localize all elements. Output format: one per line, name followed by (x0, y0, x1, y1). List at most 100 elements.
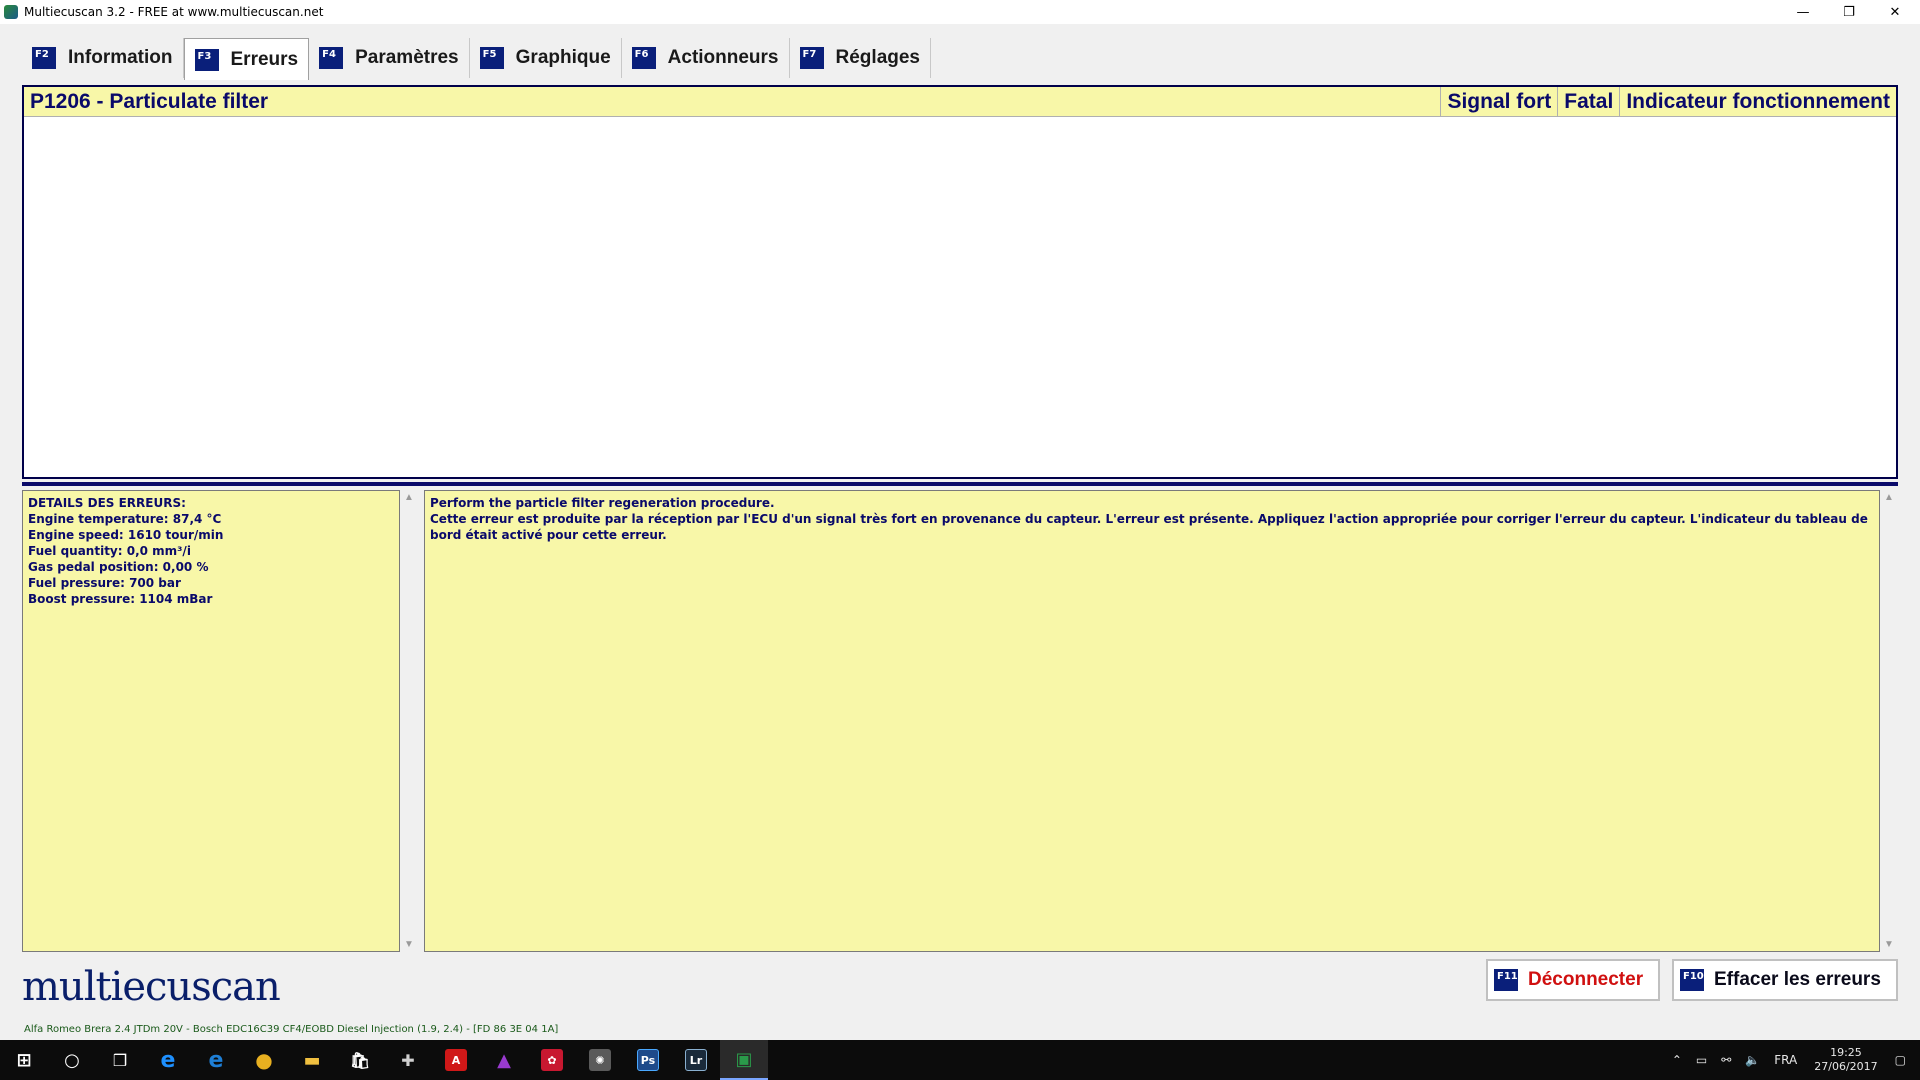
language-indicator[interactable]: FRA (1774, 1053, 1797, 1067)
f6-key-badge: F6 (631, 47, 656, 69)
tab-label: Information (68, 47, 173, 68)
clear-errors-label: Effacer les erreurs (1714, 969, 1881, 990)
system-tray: ⌃ ▭ ⚯ 🔈 FRA 19:25 27/06/2017 ▢ (1665, 1040, 1920, 1080)
tab-label: Paramètres (355, 47, 459, 68)
minimize-button[interactable]: — (1780, 0, 1826, 24)
error-table[interactable]: P1206 - Particulate filter Signal fort F… (22, 85, 1898, 479)
f10-key-badge: F10 (1680, 969, 1704, 991)
taskbar-tools[interactable]: ✚ (384, 1040, 432, 1080)
windows-icon: ⊞ (16, 1049, 32, 1071)
indicateur-header[interactable]: Indicateur fonctionnement (1619, 86, 1896, 117)
f3-key-badge: F3 (194, 48, 219, 71)
multiecuscan-icon: ▣ (735, 1048, 753, 1070)
details-title: DETAILS DES ERREURS: (28, 496, 186, 510)
taskbar-gray-app[interactable]: ✺ (576, 1040, 624, 1080)
clock-date: 27/06/2017 (1814, 1060, 1878, 1073)
clock-time: 19:25 (1830, 1046, 1862, 1059)
tab-erreurs[interactable]: F3 Erreurs (183, 38, 310, 80)
f7-key-badge: F7 (799, 47, 824, 69)
store-icon: 🛍 (349, 1050, 371, 1070)
tab-actionneurs[interactable]: F6 Actionneurs (622, 38, 790, 78)
details-line: Engine temperature: 87,4 °C (28, 512, 222, 526)
details-line: Gas pedal position: 0,00 % (28, 560, 209, 574)
search-icon: ○ (64, 1049, 80, 1071)
network-icon[interactable]: ⚯ (1721, 1053, 1731, 1067)
window-title: Multiecuscan 3.2 - FREE at www.multiecus… (24, 5, 324, 19)
notifications-icon[interactable]: ▢ (1895, 1053, 1906, 1067)
taskbar-file-explorer[interactable]: ▬ (288, 1040, 336, 1080)
f5-key-badge: F5 (479, 47, 504, 69)
tab-graphique[interactable]: F5 Graphique (470, 38, 622, 78)
tab-label: Actionneurs (667, 47, 779, 68)
lightroom-icon: Lr (685, 1049, 707, 1071)
taskbar-edge[interactable]: e (192, 1040, 240, 1080)
details-line: Fuel pressure: 700 bar (28, 576, 181, 590)
error-details-panel[interactable]: DETAILS DES ERREURS: Engine temperature:… (22, 490, 400, 952)
details-scrollbar[interactable]: ▲ ▼ (400, 490, 418, 952)
vehicle-status: Alfa Romeo Brera 2.4 JTDm 20V - Bosch ED… (24, 1024, 559, 1035)
search-button[interactable]: ○ (48, 1040, 96, 1080)
error-table-header: P1206 - Particulate filter Signal fort F… (24, 86, 1896, 117)
tools-icon: ✚ (401, 1050, 415, 1070)
description-scrollbar[interactable]: ▲ ▼ (1880, 490, 1898, 952)
taskbar-internet-explorer[interactable]: e (144, 1040, 192, 1080)
app-icon (4, 5, 18, 19)
task-view-button[interactable]: ❒ (96, 1040, 144, 1080)
clock[interactable]: 19:25 27/06/2017 (1814, 1046, 1877, 1074)
acrobat-icon: A (445, 1049, 467, 1071)
multiecuscan-logo: multiecuscan (22, 964, 281, 1010)
taskbar-acrobat[interactable]: A (432, 1040, 480, 1080)
disconnect-label: Déconnecter (1528, 969, 1644, 990)
taskbar-prism-app[interactable]: ▲ (480, 1040, 528, 1080)
error-description-panel[interactable]: Perform the particle filter regeneration… (424, 490, 1880, 952)
task-view-icon: ❒ (112, 1050, 128, 1070)
photoshop-icon: Ps (637, 1049, 659, 1071)
details-line: Fuel quantity: 0,0 mm³/i (28, 544, 191, 558)
taskbar-store[interactable]: 🛍 (336, 1040, 384, 1080)
tab-label: Erreurs (230, 48, 299, 70)
chrome-icon: ● (255, 1048, 273, 1072)
folder-icon: ▬ (303, 1049, 321, 1071)
tab-label: Graphique (515, 47, 611, 68)
tab-label: Réglages (835, 47, 920, 68)
tab-information[interactable]: F2 Information (22, 38, 184, 78)
taskbar: ⊞ ○ ❒ e e ● ▬ 🛍 ✚ A ▲ ✿ ✺ Ps Lr ▣ ⌃ ▭ ⚯ … (0, 1040, 1920, 1080)
description-line: Cette erreur est produite par la récepti… (430, 512, 1868, 542)
taskbar-lightroom[interactable]: Lr (672, 1040, 720, 1080)
details-line: Boost pressure: 1104 mBar (28, 592, 213, 606)
signal-fort-header[interactable]: Signal fort (1440, 86, 1557, 117)
scroll-up-icon[interactable]: ▲ (1884, 492, 1894, 503)
taskbar-photoshop[interactable]: Ps (624, 1040, 672, 1080)
tab-parametres[interactable]: F4 Paramètres (309, 38, 470, 78)
taskbar-red-app[interactable]: ✿ (528, 1040, 576, 1080)
red-app-icon: ✿ (541, 1049, 563, 1071)
clear-errors-button[interactable]: F10 Effacer les erreurs (1672, 959, 1898, 1001)
scroll-down-icon[interactable]: ▼ (1884, 939, 1894, 950)
f11-key-badge: F11 (1494, 969, 1518, 991)
taskbar-multiecuscan[interactable]: ▣ (720, 1040, 768, 1080)
details-line: Engine speed: 1610 tour/min (28, 528, 224, 542)
internet-explorer-icon: e (160, 1047, 176, 1073)
tab-bar: F2 Information F3 Erreurs F4 Paramètres … (22, 38, 931, 80)
app-frame: F2 Information F3 Erreurs F4 Paramètres … (0, 24, 1920, 1040)
f4-key-badge: F4 (319, 47, 344, 69)
tab-reglages[interactable]: F7 Réglages (790, 38, 931, 78)
scroll-down-icon[interactable]: ▼ (404, 939, 414, 950)
fatal-header[interactable]: Fatal (1557, 86, 1619, 117)
start-button[interactable]: ⊞ (0, 1040, 48, 1080)
splitter[interactable] (22, 482, 1898, 486)
error-code-header[interactable]: P1206 - Particulate filter (24, 87, 1440, 117)
description-line: Perform the particle filter regeneration… (430, 496, 775, 510)
scroll-up-icon[interactable]: ▲ (404, 492, 414, 503)
volume-icon[interactable]: 🔈 (1745, 1053, 1760, 1067)
close-button[interactable]: ✕ (1872, 0, 1918, 24)
title-bar: Multiecuscan 3.2 - FREE at www.multiecus… (0, 0, 1920, 24)
f2-key-badge: F2 (32, 47, 56, 69)
disconnect-button[interactable]: F11 Déconnecter (1486, 959, 1660, 1001)
restore-button[interactable]: ❐ (1826, 0, 1872, 24)
chevron-up-icon[interactable]: ⌃ (1672, 1053, 1682, 1067)
taskbar-chrome[interactable]: ● (240, 1040, 288, 1080)
edge-icon: e (208, 1047, 224, 1073)
battery-icon[interactable]: ▭ (1696, 1053, 1707, 1067)
prism-icon: ▲ (497, 1049, 511, 1071)
